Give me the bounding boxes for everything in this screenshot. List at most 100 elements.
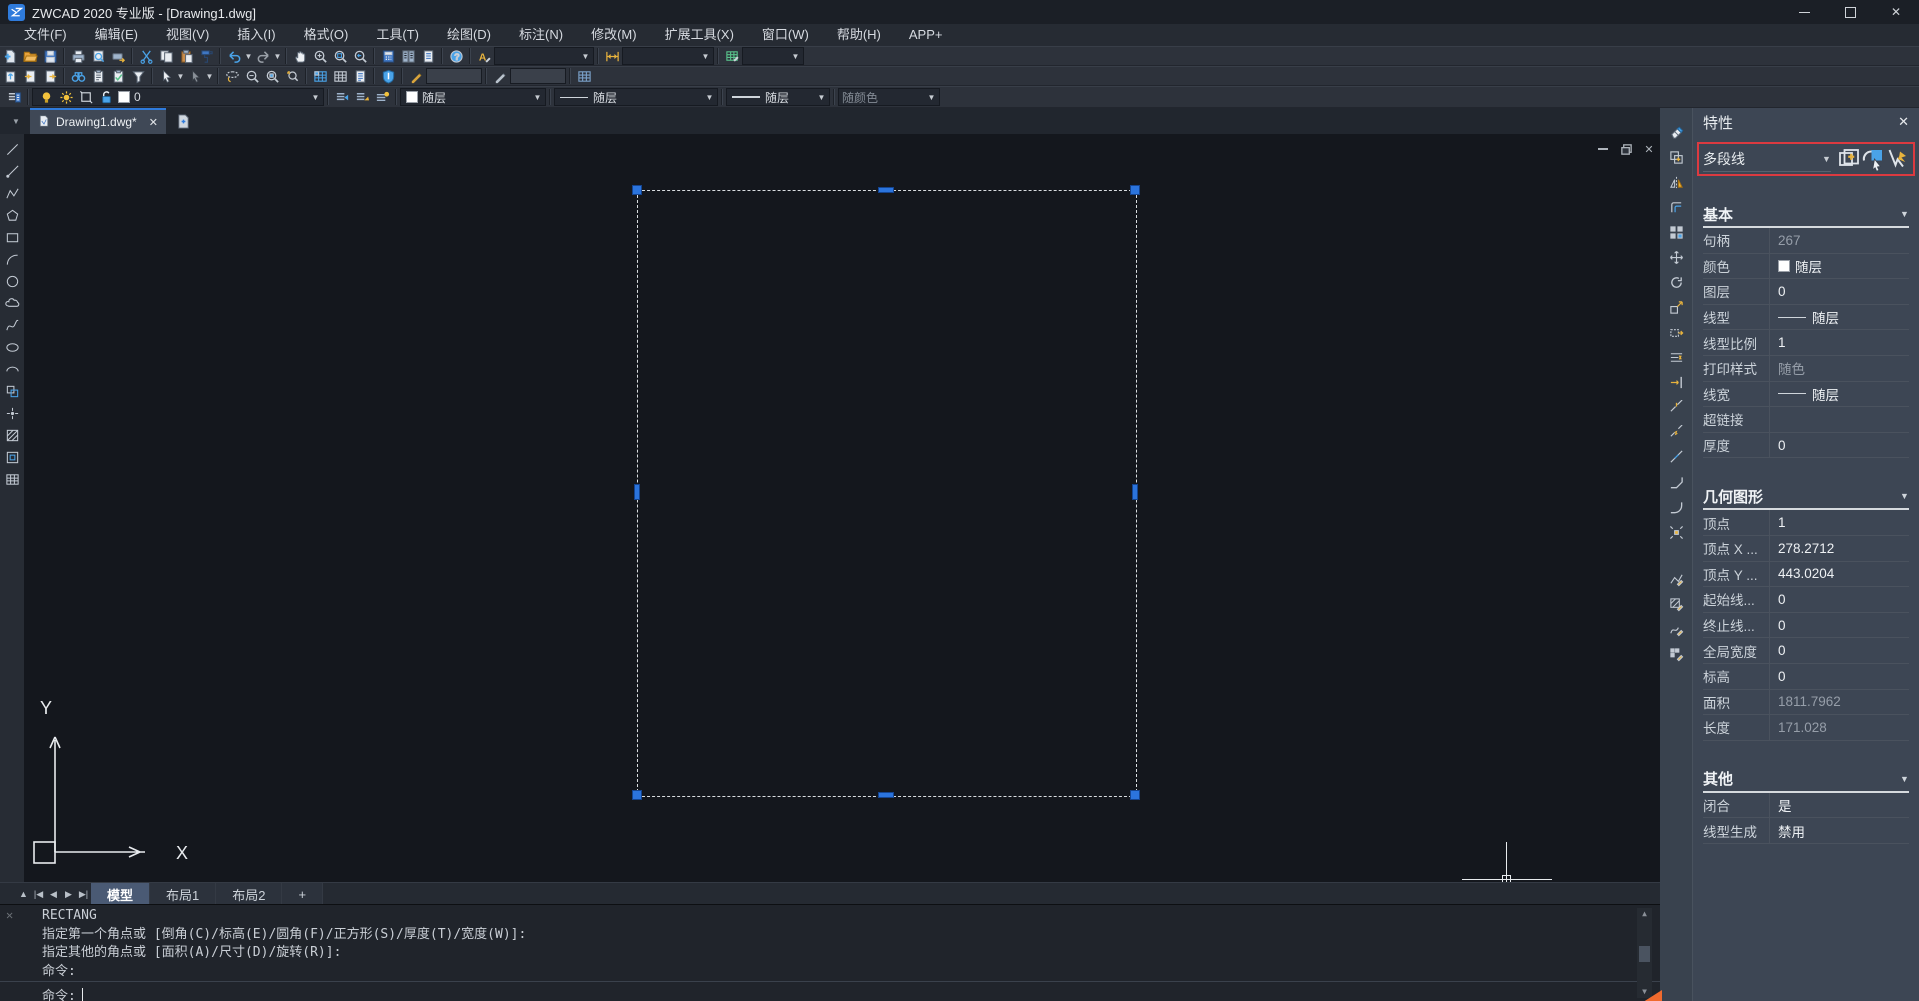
join-icon[interactable] bbox=[1663, 445, 1689, 469]
break-at-point-icon[interactable] bbox=[1663, 395, 1689, 419]
document-tab-drawing1[interactable]: Drawing1.dwg* ✕ bbox=[30, 108, 166, 134]
layer-previous-icon[interactable] bbox=[332, 88, 352, 106]
drawing-restore-icon[interactable] bbox=[1619, 142, 1633, 156]
object-type-combobox[interactable]: 多段线 ▼ bbox=[1703, 147, 1831, 172]
polygon-icon[interactable] bbox=[1, 204, 23, 226]
shield-icon[interactable] bbox=[378, 67, 398, 85]
undo-icon[interactable] bbox=[224, 47, 244, 65]
print-icon[interactable] bbox=[68, 47, 88, 65]
text-style-combobox[interactable]: ▼ bbox=[494, 47, 594, 65]
help-icon[interactable]: ? bbox=[446, 47, 466, 65]
plot-icon[interactable] bbox=[108, 47, 128, 65]
hatch-icon[interactable] bbox=[1, 424, 23, 446]
table-style-combobox[interactable]: ▼ bbox=[742, 47, 804, 65]
array-icon[interactable] bbox=[1663, 220, 1689, 244]
stretch-icon[interactable] bbox=[1663, 320, 1689, 344]
sheet-lines-icon[interactable] bbox=[350, 67, 370, 85]
edit-polyline-icon[interactable] bbox=[1663, 567, 1689, 591]
notification-flag-icon[interactable] bbox=[1640, 990, 1662, 1001]
table-icon[interactable] bbox=[1, 468, 23, 490]
grip-corner-br[interactable] bbox=[1130, 790, 1140, 800]
property-value[interactable]: 0 bbox=[1770, 618, 1909, 633]
explode-icon[interactable] bbox=[1663, 520, 1689, 544]
layout-nav-button[interactable]: ▶| bbox=[76, 886, 91, 902]
section-collapse-icon[interactable]: ▼ bbox=[1900, 209, 1909, 219]
trim-icon[interactable] bbox=[1663, 345, 1689, 369]
revcloud-icon[interactable] bbox=[1, 292, 23, 314]
layout-nav-button[interactable]: |◀ bbox=[31, 886, 46, 902]
layer-isolate-icon[interactable] bbox=[372, 88, 392, 106]
quick-input-field-2[interactable] bbox=[510, 68, 566, 84]
menu-item-插入I[interactable]: 插入(I) bbox=[223, 24, 289, 46]
menu-item-工具T[interactable]: 工具(T) bbox=[362, 24, 433, 46]
zoom-window-icon[interactable] bbox=[330, 47, 350, 65]
cells-edit-icon[interactable] bbox=[574, 67, 594, 85]
binoculars-icon[interactable] bbox=[68, 67, 88, 85]
dim-style-icon[interactable] bbox=[602, 47, 622, 65]
linetype-combobox[interactable]: 随层 ▼ bbox=[554, 88, 718, 106]
grip-mid-left[interactable] bbox=[634, 484, 640, 500]
menu-item-视图V[interactable]: 视图(V) bbox=[152, 24, 223, 46]
menu-item-修改M[interactable]: 修改(M) bbox=[577, 24, 651, 46]
section-header-基本[interactable]: 基本▼ bbox=[1703, 202, 1909, 228]
doc-export-icon[interactable] bbox=[40, 67, 60, 85]
fillet-icon[interactable] bbox=[1663, 495, 1689, 519]
section-header-几何图形[interactable]: 几何图形▼ bbox=[1703, 484, 1909, 510]
print-preview-icon[interactable] bbox=[88, 47, 108, 65]
zoom-out-icon[interactable] bbox=[242, 67, 262, 85]
copy-icon[interactable] bbox=[156, 47, 176, 65]
eraser-icon[interactable] bbox=[1663, 120, 1689, 144]
tab-close-icon[interactable]: ✕ bbox=[149, 116, 158, 129]
property-value[interactable]: 0 bbox=[1770, 438, 1909, 453]
lineweight-combobox[interactable]: 随层 ▼ bbox=[726, 88, 830, 106]
grip-mid-top[interactable] bbox=[878, 187, 894, 193]
polyline-icon[interactable] bbox=[1, 182, 23, 204]
drawing-close-icon[interactable]: ✕ bbox=[1642, 142, 1656, 156]
doc-import-icon[interactable] bbox=[20, 67, 40, 85]
ellipse-arc-icon[interactable] bbox=[1, 358, 23, 380]
pencil-edit-icon[interactable] bbox=[490, 67, 510, 85]
drawing-minimize-icon[interactable] bbox=[1596, 142, 1610, 156]
clipboard-icon[interactable] bbox=[88, 67, 108, 85]
offset-icon[interactable] bbox=[1663, 195, 1689, 219]
plot-style-combobox[interactable]: 随颜色 ▼ bbox=[838, 88, 940, 106]
select-objects-icon[interactable] bbox=[1861, 148, 1885, 170]
save-icon[interactable] bbox=[40, 47, 60, 65]
menu-item-标注N[interactable]: 标注(N) bbox=[505, 24, 577, 46]
grip-corner-tr[interactable] bbox=[1130, 185, 1140, 195]
menu-item-绘图D[interactable]: 绘图(D) bbox=[433, 24, 505, 46]
copy-object-icon[interactable] bbox=[1663, 145, 1689, 169]
layer-match-icon[interactable] bbox=[352, 88, 372, 106]
new-drawing-tab-button[interactable] bbox=[174, 112, 194, 130]
menu-item-APP[interactable]: APP+ bbox=[895, 24, 957, 46]
grip-mid-bottom[interactable] bbox=[878, 792, 894, 798]
toggle-pickadd-icon[interactable] bbox=[1885, 148, 1909, 170]
menu-item-文件F[interactable]: 文件(F) bbox=[10, 24, 81, 46]
move-icon[interactable] bbox=[1663, 245, 1689, 269]
zoom-small-icon[interactable] bbox=[282, 67, 302, 85]
cells-icon[interactable] bbox=[310, 67, 330, 85]
menu-item-帮助H[interactable]: 帮助(H) bbox=[823, 24, 895, 46]
quick-input-field-1[interactable] bbox=[426, 68, 482, 84]
doc-up-icon[interactable] bbox=[0, 67, 20, 85]
add-layout-tab-button[interactable]: + bbox=[282, 883, 323, 905]
ellipse-icon[interactable] bbox=[1, 336, 23, 358]
region-icon[interactable] bbox=[1, 446, 23, 468]
chevron-down-icon[interactable]: ▼ bbox=[205, 72, 214, 81]
zoom-realtime-icon[interactable] bbox=[310, 47, 330, 65]
chevron-down-icon[interactable]: ▼ bbox=[273, 52, 282, 61]
dim-style-combobox[interactable]: ▼ bbox=[622, 47, 714, 65]
line-icon[interactable] bbox=[1, 138, 23, 160]
selected-polyline-rectangle[interactable] bbox=[637, 190, 1137, 797]
arc-icon[interactable] bbox=[1, 248, 23, 270]
window-maximize-button[interactable] bbox=[1827, 0, 1873, 24]
new-file-icon[interactable] bbox=[0, 47, 20, 65]
property-value[interactable]: 443.0204 bbox=[1770, 566, 1909, 581]
spline-icon[interactable] bbox=[1, 314, 23, 336]
layer-combobox[interactable]: 0 ▼ bbox=[32, 88, 324, 106]
menu-item-扩展工具X[interactable]: 扩展工具(X) bbox=[651, 24, 748, 46]
command-close-icon[interactable]: ✕ bbox=[6, 908, 13, 922]
layout-tab-模型[interactable]: 模型 bbox=[91, 883, 150, 905]
scroll-thumb[interactable] bbox=[1639, 946, 1650, 962]
pan-hand-icon[interactable] bbox=[290, 47, 310, 65]
